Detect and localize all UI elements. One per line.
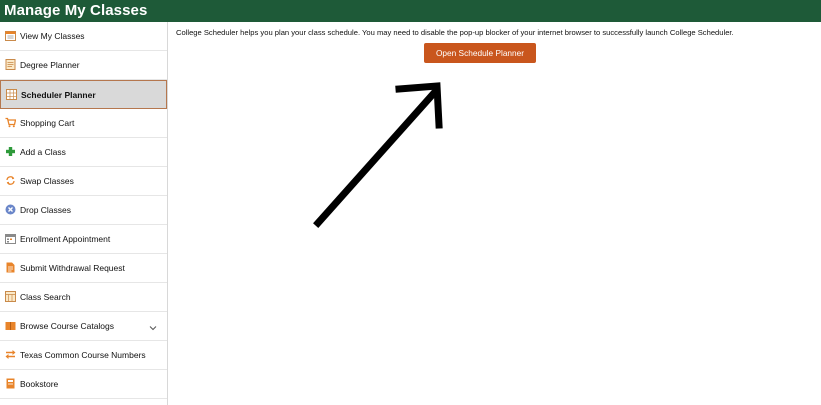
sidebar-item-label: View My Classes xyxy=(20,31,85,41)
sidebar-item-shopping-cart[interactable]: Shopping Cart xyxy=(0,109,167,138)
app-window: Manage My Classes View My Classes Degree… xyxy=(0,0,821,405)
calendar-list-icon xyxy=(5,30,16,41)
sidebar-item-bookstore[interactable]: Bookstore xyxy=(0,370,167,399)
sidebar-item-label: Submit Withdrawal Request xyxy=(20,263,125,273)
swap-icon xyxy=(5,175,16,186)
sidebar-item-swap-classes[interactable]: Swap Classes xyxy=(0,167,167,196)
plus-icon xyxy=(5,146,16,157)
bookstore-icon xyxy=(5,378,16,389)
sidebar-item-label: Drop Classes xyxy=(20,205,72,215)
drop-x-icon xyxy=(5,204,16,215)
sidebar-item-label: Texas Common Course Numbers xyxy=(20,350,146,360)
sidebar-item-label: Bookstore xyxy=(20,379,59,389)
catalog-book-icon xyxy=(5,320,16,331)
sidebar-item-label: Degree Planner xyxy=(20,60,80,70)
sidebar-item-label: Add a Class xyxy=(20,147,66,157)
annotation-arrow xyxy=(313,82,443,228)
shopping-cart-icon xyxy=(5,117,16,128)
sidebar: View My Classes Degree Planner Scheduler… xyxy=(0,22,168,405)
sidebar-item-submit-withdrawal-request[interactable]: Submit Withdrawal Request xyxy=(0,254,167,283)
sidebar-item-degree-planner[interactable]: Degree Planner xyxy=(0,51,167,80)
sidebar-item-label: Swap Classes xyxy=(20,176,74,186)
exchange-arrows-icon xyxy=(5,349,16,360)
page-header: Manage My Classes xyxy=(0,0,821,22)
sidebar-item-drop-classes[interactable]: Drop Classes xyxy=(0,196,167,225)
sidebar-item-view-my-classes[interactable]: View My Classes xyxy=(0,22,167,51)
sidebar-item-add-a-class[interactable]: Add a Class xyxy=(0,138,167,167)
sidebar-item-label: Browse Course Catalogs xyxy=(20,321,115,331)
sidebar-item-texas-common-course-numbers[interactable]: Texas Common Course Numbers xyxy=(0,341,167,370)
document-icon xyxy=(5,262,16,273)
calendar-grid-icon xyxy=(6,89,17,100)
class-search-icon xyxy=(5,291,16,302)
sidebar-item-enrollment-appointment[interactable]: Enrollment Appointment xyxy=(0,225,167,254)
sidebar-item-label: Enrollment Appointment xyxy=(20,234,111,244)
sidebar-item-label: Class Search xyxy=(20,292,71,302)
chevron-down-icon[interactable] xyxy=(148,320,158,331)
appointment-calendar-icon xyxy=(5,233,16,244)
page-title: Manage My Classes xyxy=(4,2,148,19)
sidebar-item-label: Scheduler Planner xyxy=(21,90,96,100)
notepad-icon xyxy=(5,59,16,70)
sidebar-item-scheduler-planner[interactable]: Scheduler Planner xyxy=(0,80,167,109)
sidebar-item-class-search[interactable]: Class Search xyxy=(0,283,167,312)
sidebar-item-label: Shopping Cart xyxy=(20,118,75,128)
sidebar-item-browse-course-catalogs[interactable]: Browse Course Catalogs xyxy=(0,312,167,341)
main-content: College Scheduler helps you plan your cl… xyxy=(168,22,821,405)
